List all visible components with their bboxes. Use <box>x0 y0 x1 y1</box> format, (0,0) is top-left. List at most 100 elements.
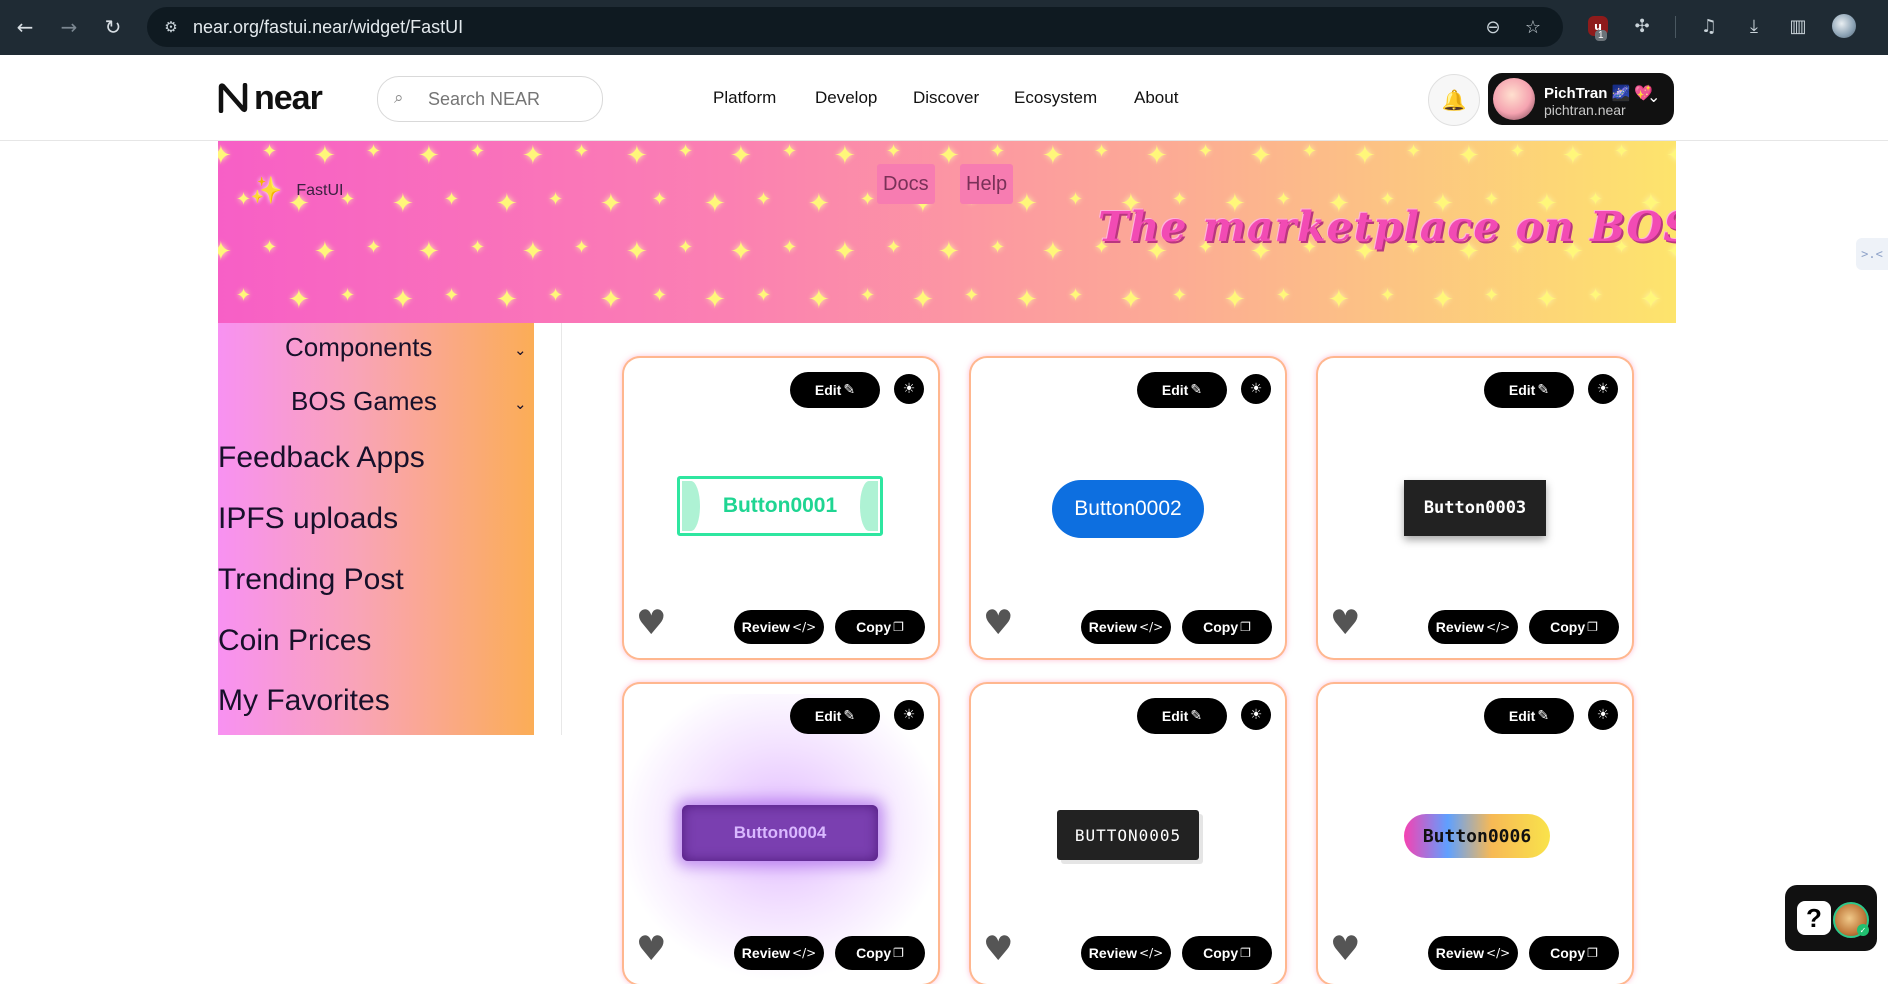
edit-button[interactable]: Edit ✎ <box>1137 698 1227 734</box>
sparkle-star-icon: ✦ <box>1588 285 1604 306</box>
sparkle-star-icon: ✦ <box>1640 285 1662 315</box>
edit-button[interactable]: Edit ✎ <box>790 698 880 734</box>
sparkle-star-icon: ✦ <box>574 141 590 162</box>
demo-button[interactable]: BUTTON0005 <box>1057 810 1199 860</box>
sidebar-item-coin-prices[interactable]: Coin Prices <box>218 624 371 658</box>
sparkle-star-icon: ✦ <box>1484 285 1500 306</box>
site-settings-icon[interactable]: ⚙ <box>161 17 181 37</box>
sidebar-item-feedback-apps[interactable]: Feedback Apps <box>218 441 425 475</box>
forward-icon[interactable]: → <box>54 12 84 42</box>
help-widget[interactable]: ? ✓ <box>1785 885 1877 951</box>
review-button[interactable]: Review </> <box>1081 936 1171 970</box>
nav-discover[interactable]: Discover <box>913 88 979 108</box>
account-name: PichTran 🌌 💖 <box>1544 85 1654 102</box>
theme-toggle-sun-icon[interactable]: ☀ <box>894 700 924 730</box>
reload-icon[interactable]: ↻ <box>98 12 128 42</box>
review-button[interactable]: Review </> <box>1081 610 1171 644</box>
nav-about[interactable]: About <box>1134 88 1178 108</box>
sparkle-star-icon: ✦ <box>314 237 336 267</box>
copy-button[interactable]: Copy ❐ <box>1182 936 1272 970</box>
sparkle-star-icon: ✦ <box>938 141 960 171</box>
review-label: Review <box>1088 619 1138 635</box>
banner-nav-help[interactable]: Help <box>960 164 1014 204</box>
sparkle-star-icon: ✦ <box>1380 285 1396 306</box>
sidebar-item-trending-post[interactable]: Trending Post <box>218 563 404 597</box>
favorite-heart-icon[interactable]: ♥ <box>983 606 1013 640</box>
sparkle-star-icon: ✦ <box>1406 141 1422 162</box>
sparkle-star-icon: ✦ <box>1016 189 1038 219</box>
demo-button[interactable]: Button0003 <box>1404 480 1546 536</box>
theme-toggle-sun-icon[interactable]: ☀ <box>894 374 924 404</box>
sparkle-star-icon: ✦ <box>756 285 772 306</box>
review-button[interactable]: Review </> <box>734 610 824 644</box>
notifications-bell-icon[interactable]: 🔔 <box>1428 74 1480 126</box>
copy-button[interactable]: Copy ❐ <box>835 610 925 644</box>
theme-toggle-sun-icon[interactable]: ☀ <box>1241 374 1271 404</box>
theme-toggle-sun-icon[interactable]: ☀ <box>1588 374 1618 404</box>
copy-button[interactable]: Copy ❐ <box>1182 610 1272 644</box>
favorite-heart-icon[interactable]: ♥ <box>1330 606 1360 640</box>
sparkle-star-icon: ✦ <box>1068 285 1084 306</box>
nav-develop[interactable]: Develop <box>815 88 877 108</box>
edit-button[interactable]: Edit ✎ <box>1484 698 1574 734</box>
fastui-brand[interactable]: ✨ FastUI <box>250 176 344 206</box>
theme-toggle-sun-icon[interactable]: ☀ <box>1588 700 1618 730</box>
favorite-heart-icon[interactable]: ♥ <box>1330 932 1360 966</box>
review-button[interactable]: Review </> <box>1428 610 1518 644</box>
nav-platform[interactable]: Platform <box>713 88 776 108</box>
theme-toggle-sun-icon[interactable]: ☀ <box>1241 700 1271 730</box>
chevron-down-icon[interactable]: ⌄ <box>514 395 527 413</box>
copy-button[interactable]: Copy ❐ <box>1529 610 1619 644</box>
media-control-icon[interactable]: ♫ <box>1695 12 1723 40</box>
review-button[interactable]: Review </> <box>734 936 824 970</box>
favorite-heart-icon[interactable]: ♥ <box>983 932 1013 966</box>
copy-button[interactable]: Copy ❐ <box>835 936 925 970</box>
url-text[interactable]: near.org/fastui.near/widget/FastUI <box>193 17 463 38</box>
address-bar[interactable]: ⚙ near.org/fastui.near/widget/FastUI ⊖ ☆ <box>147 7 1563 47</box>
search-box[interactable]: ⌕ <box>377 76 603 122</box>
sparkle-star-icon: ✦ <box>886 237 902 258</box>
edit-button[interactable]: Edit ✎ <box>1484 372 1574 408</box>
extensions-icon[interactable]: ✣ <box>1628 12 1656 40</box>
edit-button[interactable]: Edit ✎ <box>1137 372 1227 408</box>
banner-tagline: The marketplace on BOS <box>1098 203 1676 251</box>
favorite-heart-icon[interactable]: ♥ <box>636 606 666 640</box>
near-logo[interactable]: near <box>218 81 323 115</box>
sparkle-star-icon: ✦ <box>808 285 830 315</box>
edit-button[interactable]: Edit ✎ <box>790 372 880 408</box>
back-icon[interactable]: ← <box>10 12 40 42</box>
banner-nav-docs[interactable]: Docs <box>877 164 935 204</box>
sparkle-star-icon: ✦ <box>470 141 486 162</box>
sparkle-star-icon: ✦ <box>1666 143 1676 169</box>
demo-button[interactable]: Button0001 <box>677 476 883 536</box>
sparkle-star-icon: ✦ <box>860 285 876 306</box>
account-id: pichtran.near <box>1544 102 1626 118</box>
copy-button[interactable]: Copy ❐ <box>1529 936 1619 970</box>
nav-ecosystem[interactable]: Ecosystem <box>1014 88 1097 108</box>
sidebar-item-my-favorites[interactable]: My Favorites <box>218 684 390 718</box>
favorite-heart-icon[interactable]: ♥ <box>636 932 666 966</box>
zoom-icon[interactable]: ⊖ <box>1481 15 1505 39</box>
sidebar-item-components[interactable]: Components <box>285 332 432 363</box>
download-icon[interactable]: ⤓ <box>1740 12 1768 40</box>
account-menu[interactable]: PichTran 🌌 💖 pichtran.near ⌄ <box>1488 73 1674 125</box>
sparkle-star-icon: ✦ <box>652 285 668 306</box>
sidebar-item-bos-games[interactable]: BOS Games <box>291 386 437 417</box>
search-input[interactable] <box>428 87 588 111</box>
demo-button[interactable]: Button0006 <box>1404 814 1550 858</box>
sidebar-item-ipfs-uploads[interactable]: IPFS uploads <box>218 502 398 536</box>
sparkle-star-icon: ✦ <box>652 189 668 210</box>
sparkle-star-icon: ✦ <box>218 141 232 171</box>
devtools-edge-tab[interactable]: >.< <box>1856 238 1888 270</box>
edit-icon: ✎ <box>1190 382 1203 398</box>
sparkle-star-icon: ✦ <box>1536 285 1558 315</box>
browser-profile-avatar[interactable] <box>1832 14 1856 38</box>
side-panel-icon[interactable]: ▥ <box>1784 12 1812 40</box>
demo-button[interactable]: Button0002 <box>1052 480 1204 538</box>
review-button[interactable]: Review </> <box>1428 936 1518 970</box>
browser-toolbar: ← → ↻ ⚙ near.org/fastui.near/widget/Fast… <box>0 0 1888 55</box>
demo-button[interactable]: Button0004 <box>682 805 878 861</box>
code-icon: </> <box>1486 620 1511 634</box>
chevron-down-icon[interactable]: ⌄ <box>514 341 527 359</box>
bookmark-star-icon[interactable]: ☆ <box>1521 15 1545 39</box>
